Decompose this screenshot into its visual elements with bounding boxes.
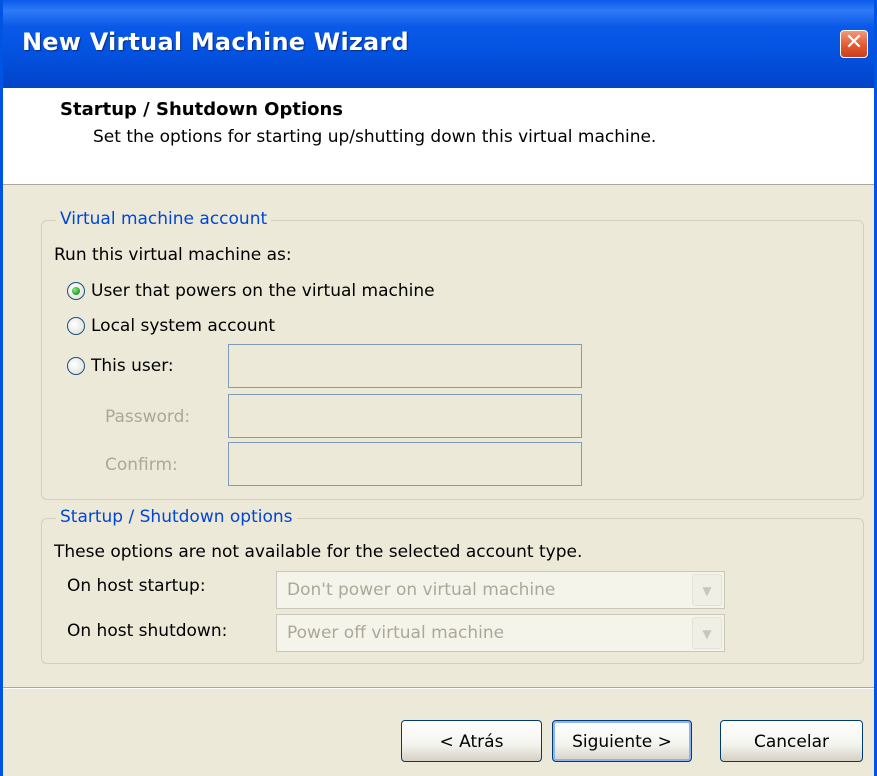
chevron-down-icon[interactable]: ▼ bbox=[692, 574, 722, 606]
confirm-label: Confirm: bbox=[105, 455, 178, 475]
host-startup-select[interactable]: Don't power on virtual machine ▼ bbox=[276, 571, 725, 609]
next-button[interactable]: Siguiente > bbox=[552, 720, 692, 762]
cancel-button[interactable]: Cancelar bbox=[720, 720, 863, 762]
radio-user-powers-on-label: User that powers on the virtual machine bbox=[91, 281, 435, 301]
run-as-label: Run this virtual machine as: bbox=[54, 245, 292, 265]
chevron-down-icon[interactable]: ▼ bbox=[692, 617, 722, 649]
radio-this-user[interactable]: This user: bbox=[67, 356, 174, 376]
host-shutdown-select[interactable]: Power off virtual machine ▼ bbox=[276, 614, 725, 652]
host-shutdown-label: On host shutdown: bbox=[67, 621, 228, 641]
radio-local-system[interactable]: Local system account bbox=[67, 316, 275, 336]
password-field[interactable] bbox=[228, 394, 582, 438]
this-user-field[interactable] bbox=[228, 344, 582, 388]
radio-button[interactable] bbox=[67, 357, 85, 375]
footer-divider bbox=[3, 687, 874, 689]
wizard-header: Startup / Shutdown Options Set the optio… bbox=[3, 88, 874, 185]
radio-local-system-label: Local system account bbox=[91, 316, 276, 336]
radio-button-checked[interactable] bbox=[67, 282, 85, 300]
host-startup-label: On host startup: bbox=[67, 576, 206, 596]
wizard-window: New Virtual Machine Wizard ✕ Startup / S… bbox=[0, 0, 877, 776]
startup-group-legend: Startup / Shutdown options bbox=[56, 507, 297, 527]
confirm-field[interactable] bbox=[228, 442, 582, 486]
back-button[interactable]: < Atrás bbox=[401, 720, 542, 762]
radio-user-powers-on[interactable]: User that powers on the virtual machine bbox=[67, 281, 435, 301]
title-bar[interactable]: New Virtual Machine Wizard ✕ bbox=[3, 0, 874, 88]
password-label: Password: bbox=[105, 407, 191, 427]
close-icon[interactable]: ✕ bbox=[840, 30, 868, 58]
window-title: New Virtual Machine Wizard bbox=[22, 28, 409, 56]
host-shutdown-value: Power off virtual machine bbox=[287, 623, 505, 643]
page-title: Startup / Shutdown Options bbox=[60, 99, 344, 120]
startup-note: These options are not available for the … bbox=[54, 542, 583, 562]
radio-this-user-label: This user: bbox=[91, 356, 174, 376]
host-startup-value: Don't power on virtual machine bbox=[287, 580, 556, 600]
account-group-legend: Virtual machine account bbox=[56, 209, 272, 229]
radio-button[interactable] bbox=[67, 317, 85, 335]
page-subtitle: Set the options for starting up/shutting… bbox=[93, 127, 657, 147]
